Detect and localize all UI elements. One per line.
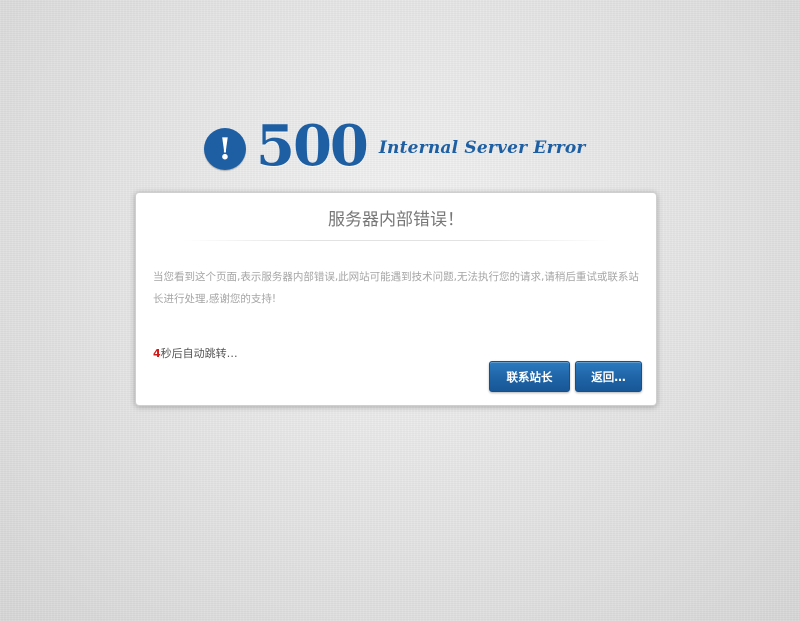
error-label: Internal Server Error [378,138,586,158]
error-code: 500 [256,113,369,179]
error-dialog: 服务器内部错误！ 当您看到这个页面,表示服务器内部错误,此网站可能遇到技术问题,… [135,192,657,406]
exclamation-icon: ! [204,128,246,170]
dialog-title: 服务器内部错误！ [328,210,464,230]
back-button[interactable]: 返回… [575,361,642,392]
title-divider [182,240,610,241]
error-message: 当您看到这个页面,表示服务器内部错误,此网站可能遇到技术问题,无法执行您的请求,… [153,271,639,305]
countdown-text: 秒后自动跳转… [160,347,238,360]
countdown-seconds: 4 [153,347,161,360]
contact-admin-button[interactable]: 联系站长 [489,361,570,392]
error-header: ! 500 Internal Server Error [204,116,586,176]
redirect-notice: 4秒后自动跳转… [153,345,238,361]
